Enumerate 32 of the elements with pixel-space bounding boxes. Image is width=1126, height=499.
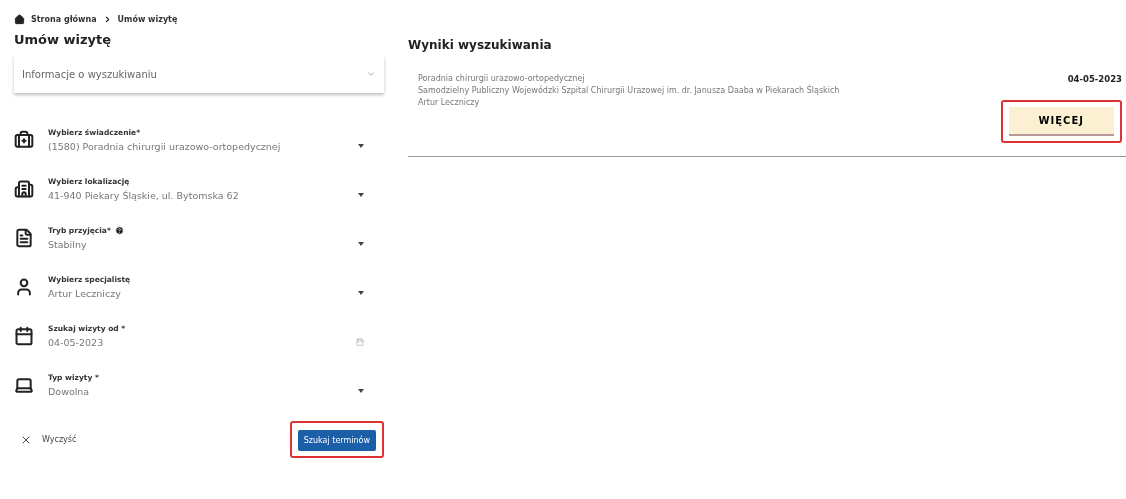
caret-icon xyxy=(358,144,364,148)
chevron-down-icon xyxy=(366,69,376,79)
calendar-icon xyxy=(14,325,34,346)
home-icon[interactable] xyxy=(14,13,25,25)
building-icon xyxy=(14,178,34,199)
document-icon xyxy=(14,227,34,248)
caret-icon xyxy=(358,389,364,393)
hospital-name: Samodzielny Publiczny Wojewódzki Szpital Chirurgii Urazowej im. dr. Janusza Daaba w Piekarach Śląskich xyxy=(418,86,840,95)
panel-title: Informacje o wyszukiwaniu xyxy=(22,68,157,80)
select-field[interactable]: Artur Leczniczy xyxy=(48,287,384,299)
page-title: Umów wizytę xyxy=(14,32,113,47)
select-field[interactable]: Dowolna xyxy=(48,385,384,397)
date-field[interactable]: 04-05-2023 xyxy=(48,336,384,348)
person-icon xyxy=(14,276,34,297)
medical-case-icon xyxy=(14,129,34,150)
results-title: Wyniki wyszukiwania xyxy=(408,38,553,52)
select-field[interactable]: (1580) Poradnia chirurgii urazowo-ortopedycznej xyxy=(48,140,384,152)
caret-icon xyxy=(358,193,364,197)
caret-icon xyxy=(358,242,364,246)
breadcrumb-link[interactable]: Umów wizytę xyxy=(117,14,178,24)
doctor-name: Artur Leczniczy xyxy=(418,98,481,107)
search-info-panel[interactable]: Informacje o wyszukiwaniu xyxy=(14,55,384,93)
select-field[interactable]: 41-940 Piekary Śląskie, ul. Bytomska 62 xyxy=(48,189,384,201)
search-button[interactable]: Szukaj terminów xyxy=(297,430,376,451)
visit-date: 04-05-2023 xyxy=(1067,74,1122,84)
more-button[interactable]: WIĘCEJ xyxy=(1008,107,1114,136)
clinic-name: Poradnia chirurgii urazowo-ortopedycznej xyxy=(418,74,586,83)
breadcrumb-link[interactable]: Strona główna xyxy=(31,14,97,24)
select-field[interactable]: Stabilny xyxy=(48,238,384,250)
caret-icon xyxy=(358,291,364,295)
help-icon[interactable] xyxy=(114,225,124,235)
clear-button[interactable]: Wyczyść xyxy=(20,433,77,446)
